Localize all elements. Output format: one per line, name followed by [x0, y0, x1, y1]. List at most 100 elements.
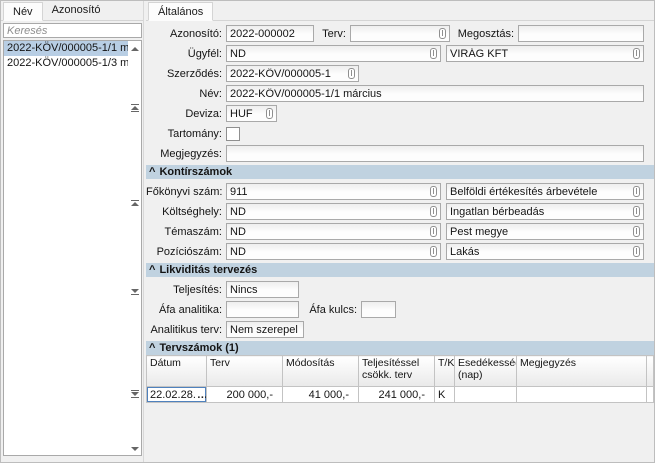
cell-datum[interactable]: 22.02.28. …	[147, 387, 207, 403]
section-likviditas-title: Likviditás tervezés	[159, 264, 257, 276]
pozicioszam-name-field[interactable]: Lakás	[446, 243, 644, 260]
main-tabbar: Általános	[146, 1, 654, 21]
fokonyvi-szam-label: Főkönyvi szám:	[146, 186, 226, 198]
szerzodes-label: Szerződés:	[146, 68, 226, 80]
col-header-megjegyzes[interactable]: Megjegyzés	[517, 356, 647, 387]
temaszam-code-field[interactable]: ND	[226, 223, 441, 240]
tervszamok-table: Dátum Terv Módosítás Teljesítéssel csökk…	[146, 355, 654, 403]
ugyfel-label: Ügyfél:	[146, 48, 226, 60]
table-header-row: Dátum Terv Módosítás Teljesítéssel csökk…	[147, 356, 654, 387]
col-header-teljesitessel[interactable]: Teljesítéssel csökk. terv	[359, 356, 435, 387]
teljesites-field[interactable]: Nincs	[226, 281, 299, 298]
azonosito-label: Azonosító:	[146, 28, 226, 40]
cell-esedekesseg[interactable]	[455, 387, 517, 403]
koltseghely-code-field[interactable]: ND	[226, 203, 441, 220]
col-header-spacer	[647, 356, 654, 387]
afa-analitika-label: Áfa analitika:	[146, 304, 226, 316]
col-header-tk[interactable]: T/K	[435, 356, 455, 387]
attachment-icon[interactable]	[348, 68, 355, 79]
attachment-icon[interactable]	[439, 28, 446, 39]
attachment-icon[interactable]	[430, 246, 437, 257]
attachment-icon[interactable]	[266, 108, 273, 119]
scroll-to-bottom-icon[interactable]	[128, 289, 141, 296]
scroll-down-icon[interactable]	[128, 447, 141, 451]
scroll-page-down-icon[interactable]	[128, 389, 141, 399]
table-row: 22.02.28. … 200 000,- 41 000,- 241 000,-…	[147, 387, 654, 403]
afa-kulcs-field[interactable]	[361, 301, 396, 318]
section-likviditas-header[interactable]: ^ Likviditás tervezés	[146, 263, 654, 277]
list-item[interactable]: 2022-KÖV/000005-1/3 március	[4, 56, 128, 71]
collapse-caret-icon: ^	[149, 166, 155, 178]
list-item[interactable]: 2022-KÖV/000005-1/1 március	[4, 41, 128, 56]
koltseghely-label: Költséghely:	[146, 206, 226, 218]
attachment-icon[interactable]	[430, 186, 437, 197]
megosztas-label: Megosztás:	[450, 28, 518, 40]
ugyfel-name-field[interactable]: VIRÁG KFT	[446, 45, 644, 62]
afa-analitika-field[interactable]	[226, 301, 299, 318]
cell-modositas[interactable]: 41 000,-	[283, 387, 359, 403]
attachment-icon[interactable]	[633, 206, 640, 217]
attachment-icon[interactable]	[430, 48, 437, 59]
attachment-icon[interactable]	[633, 246, 640, 257]
sidebar-tabbar: Név Azonosító	[1, 1, 143, 21]
cell-megjegyzes[interactable]	[517, 387, 647, 403]
szerzodes-field[interactable]: 2022-KÖV/000005-1	[226, 65, 359, 82]
collapse-caret-icon: ^	[149, 342, 155, 354]
collapse-caret-icon: ^	[149, 264, 155, 276]
attachment-icon[interactable]	[430, 206, 437, 217]
pozicioszam-label: Pozíciószám:	[146, 246, 226, 258]
analitikus-terv-field[interactable]: Nem szerepel	[226, 321, 304, 338]
tab-altalanos[interactable]: Általános	[148, 2, 213, 21]
ellipsis-button[interactable]: …	[196, 389, 207, 401]
attachment-icon[interactable]	[633, 186, 640, 197]
deviza-label: Deviza:	[146, 108, 226, 120]
tartomany-label: Tartomány:	[146, 128, 226, 140]
sidebar: Név Azonosító 2022-KÖV/000005-1/1 márciu…	[1, 1, 144, 462]
tartomany-checkbox[interactable]	[226, 127, 240, 141]
tab-nev[interactable]: Név	[3, 2, 43, 21]
terv-label: Terv:	[314, 28, 350, 40]
fokonyvi-szam-name-field[interactable]: Belföldi értékesítés árbevétele	[446, 183, 644, 200]
cell-spacer	[647, 387, 654, 403]
section-tervszamok-header[interactable]: ^ Tervszámok (1)	[146, 341, 654, 355]
ugyfel-code-field[interactable]: ND	[226, 45, 441, 62]
general-form: Azonosító: 2022-000002 Terv: Megosztás: …	[146, 21, 654, 411]
fokonyvi-szam-code-field[interactable]: 911	[226, 183, 441, 200]
section-tervszamok-title: Tervszámok (1)	[159, 342, 238, 354]
contract-list: 2022-KÖV/000005-1/1 március 2022-KÖV/000…	[3, 40, 142, 456]
col-header-modositas[interactable]: Módosítás	[283, 356, 359, 387]
temaszam-label: Témaszám:	[146, 226, 226, 238]
megjegyzes-label: Megjegyzés:	[146, 148, 226, 160]
col-header-datum[interactable]: Dátum	[147, 356, 207, 387]
megosztas-field[interactable]	[518, 25, 644, 42]
section-kontirszamok-title: Kontírszámok	[159, 166, 232, 178]
app-window: Név Azonosító 2022-KÖV/000005-1/1 márciu…	[0, 0, 655, 463]
scroll-to-top-icon[interactable]	[128, 199, 141, 206]
attachment-icon[interactable]	[633, 48, 640, 59]
main-pane: Általános Azonosító: 2022-000002 Terv: M…	[146, 1, 654, 462]
temaszam-name-field[interactable]: Pest megye	[446, 223, 644, 240]
attachment-icon[interactable]	[430, 226, 437, 237]
col-header-esedekesseg[interactable]: Esedékesség (nap)	[455, 356, 517, 387]
search-input[interactable]	[3, 23, 142, 38]
cell-terv[interactable]: 200 000,-	[207, 387, 283, 403]
section-kontirszamok-header[interactable]: ^ Kontírszámok	[146, 165, 654, 179]
koltseghely-name-field[interactable]: Ingatlan bérbeadás	[446, 203, 644, 220]
teljesites-label: Teljesítés:	[146, 284, 226, 296]
megjegyzes-field[interactable]	[226, 145, 644, 162]
scroll-page-up-icon[interactable]	[128, 103, 141, 113]
nev-label: Név:	[146, 88, 226, 100]
nev-field[interactable]: 2022-KÖV/000005-1/1 március	[226, 85, 644, 102]
scroll-up-icon[interactable]	[128, 47, 141, 51]
pozicioszam-code-field[interactable]: ND	[226, 243, 441, 260]
cell-tk[interactable]: K	[435, 387, 455, 403]
col-header-terv[interactable]: Terv	[207, 356, 283, 387]
azonosito-field[interactable]: 2022-000002	[226, 25, 314, 42]
deviza-field[interactable]: HUF	[226, 105, 277, 122]
terv-field[interactable]	[350, 25, 450, 42]
list-scrollbar	[128, 41, 141, 455]
afa-kulcs-label: Áfa kulcs:	[299, 304, 361, 316]
attachment-icon[interactable]	[633, 226, 640, 237]
tab-azonosito[interactable]: Azonosító	[43, 1, 110, 20]
cell-teljesitessel-csokk-terv[interactable]: 241 000,-	[359, 387, 435, 403]
